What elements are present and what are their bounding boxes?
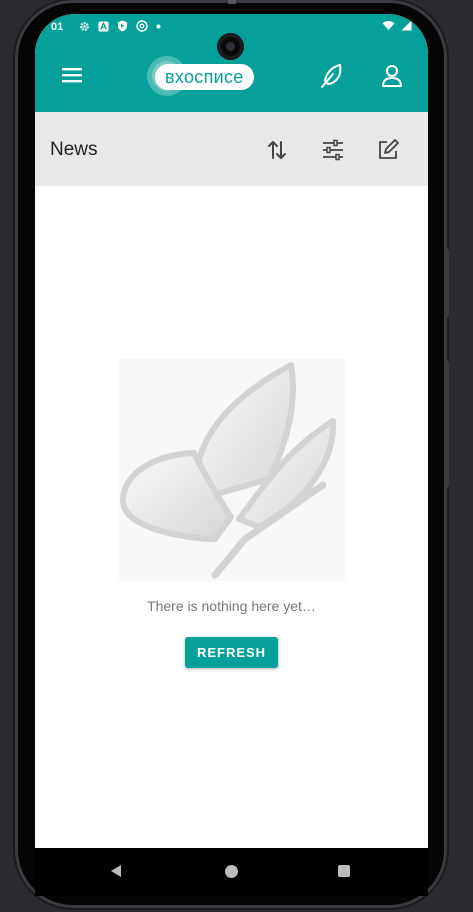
wifi-icon — [382, 21, 395, 31]
frame-mark — [228, 0, 236, 4]
empty-state-illustration — [119, 359, 345, 581]
status-time: 01 — [51, 21, 64, 33]
page-title: News — [50, 139, 98, 160]
news-toolbar: News — [35, 112, 428, 186]
power-button — [444, 360, 449, 488]
menu-icon[interactable] — [59, 64, 85, 86]
refresh-button[interactable]: REFRESH — [185, 637, 278, 668]
dot-icon — [156, 24, 161, 28]
back-icon[interactable] — [110, 864, 122, 878]
empty-state-message: There is nothing here yet… — [147, 598, 316, 614]
logo-text: вхосписе — [155, 64, 254, 90]
at-sign-icon — [136, 20, 148, 32]
sort-icon[interactable] — [263, 136, 291, 164]
volume-button — [444, 248, 449, 318]
app-notification-icon — [98, 20, 109, 32]
edit-icon[interactable] — [374, 136, 402, 164]
app-logo: вхосписе — [147, 54, 259, 98]
home-icon[interactable] — [225, 865, 238, 878]
status-icons — [79, 20, 161, 32]
status-right — [382, 20, 412, 31]
gear-icon — [80, 21, 89, 31]
butterfly-icon — [120, 362, 337, 579]
recents-icon[interactable] — [338, 865, 350, 877]
feather-icon[interactable] — [318, 62, 346, 90]
app-screen: 01 вхосписе News There is nothing here y… — [35, 14, 428, 848]
signal-icon — [401, 20, 412, 31]
filter-icon[interactable] — [319, 136, 347, 164]
shield-icon — [117, 20, 128, 32]
system-navigation-bar — [35, 848, 428, 896]
profile-icon[interactable] — [378, 62, 406, 90]
app-bar: 01 вхосписе — [35, 14, 428, 112]
